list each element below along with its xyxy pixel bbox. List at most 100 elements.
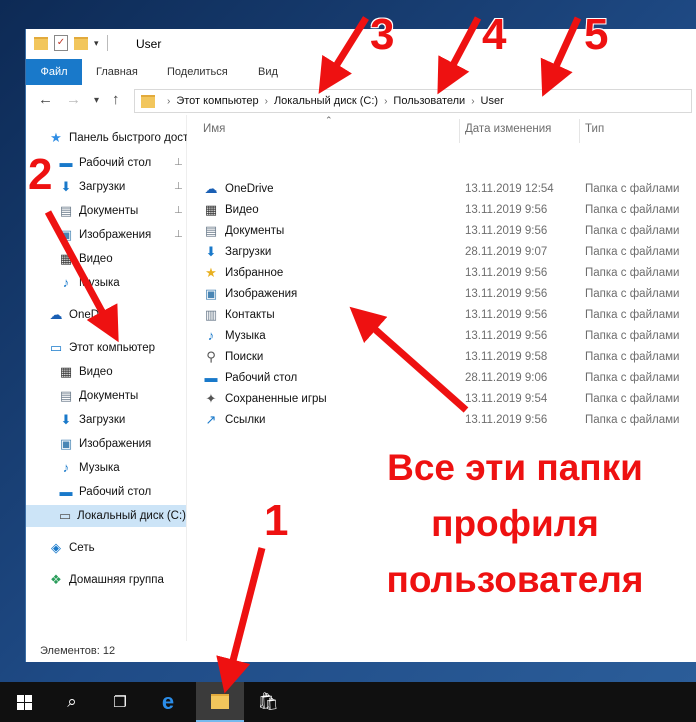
file-row[interactable]: ☁ OneDrive 13.11.2019 12:54 Папка с файлами xyxy=(187,179,696,200)
file-row[interactable]: ▤ Документы 13.11.2019 9:56 Папка с файлами xyxy=(187,221,696,242)
sidebar-item[interactable]: ▣ Изображения xyxy=(58,224,151,246)
download-icon: ⬇ xyxy=(60,412,72,427)
links-icon: ↗ xyxy=(205,412,217,427)
chevron-right-icon[interactable]: › xyxy=(265,96,268,107)
pictures-icon: ▣ xyxy=(59,436,73,451)
pin-icon[interactable]: ⊥ xyxy=(174,181,183,192)
sidebar-item[interactable]: ▭ Локальный диск (C:) xyxy=(26,505,186,527)
sidebar-item[interactable]: ▭ Этот компьютер xyxy=(48,337,155,359)
file-name: Ссылки xyxy=(225,414,266,426)
annotation-number-4: 4 xyxy=(482,10,507,59)
breadcrumb-users[interactable]: Пользователи xyxy=(393,95,465,107)
sidebar-item[interactable]: ♪ Музыка xyxy=(58,457,120,479)
sidebar-item-label: Сеть xyxy=(69,542,95,554)
file-row[interactable]: ♪ Музыка 13.11.2019 9:56 Папка с файлами xyxy=(187,326,696,347)
column-header-name[interactable]: Имя xyxy=(203,123,225,135)
up-arrow-icon[interactable]: ↑ xyxy=(112,91,120,108)
file-name: Избранное xyxy=(225,267,284,279)
sort-ascending-icon: ⌃ xyxy=(325,115,333,125)
chevron-right-icon[interactable]: › xyxy=(167,96,170,107)
new-folder-icon[interactable] xyxy=(74,36,88,50)
navigation-bar: ← → ▾ ↑ › Этот компьютер › Локальный дис… xyxy=(26,85,696,115)
annotation-caption: Все эти папки профиля пользователя xyxy=(330,440,696,608)
tab-file[interactable]: Файл xyxy=(26,59,82,85)
file-type: Папка с файлами xyxy=(585,246,680,258)
file-row[interactable]: ⚲ Поиски 13.11.2019 9:58 Папка с файлами xyxy=(187,347,696,368)
sidebar-item[interactable]: ❖ Домашняя группа xyxy=(48,569,164,591)
file-date: 13.11.2019 9:56 xyxy=(465,204,548,216)
search-button[interactable]: ⌕ xyxy=(48,682,96,722)
file-row[interactable]: ▣ Изображения 13.11.2019 9:56 Папка с файла… xyxy=(187,284,696,305)
breadcrumb-user[interactable]: User xyxy=(481,95,504,107)
pin-icon[interactable]: ⊥ xyxy=(174,229,183,240)
chevron-right-icon[interactable]: › xyxy=(384,96,387,107)
chevron-right-icon[interactable]: › xyxy=(471,96,474,107)
file-row[interactable]: ✦ Сохраненные игры 13.11.2019 9:54 Папка с … xyxy=(187,389,696,410)
computer-icon: ▭ xyxy=(49,340,63,355)
edge-button[interactable]: e xyxy=(144,682,192,722)
recent-locations-icon[interactable]: ▾ xyxy=(94,95,99,106)
file-row[interactable]: ★ Избранное 13.11.2019 9:56 Папка с файлами xyxy=(187,263,696,284)
sidebar-item[interactable]: ◈ Сеть xyxy=(48,537,95,559)
task-view-button[interactable]: ❐ xyxy=(96,682,144,722)
annotation-number-1: 1 xyxy=(264,496,289,545)
caption-line-2: профиля xyxy=(431,503,599,544)
file-row[interactable]: ↗ Ссылки 13.11.2019 9:56 Папка с файлами xyxy=(187,410,696,431)
toolbar-divider xyxy=(106,35,108,51)
file-row[interactable]: ▬ Рабочий стол 28.11.2019 9:06 Папка с файл… xyxy=(187,368,696,389)
customize-toolbar-icon[interactable]: ▾ xyxy=(94,38,99,49)
folder-icon[interactable] xyxy=(34,36,48,50)
file-type: Папка с файлами xyxy=(585,225,680,237)
sidebar-item[interactable]: ▤ Документы xyxy=(58,385,138,407)
tab-share[interactable]: Поделиться xyxy=(167,59,228,85)
start-button[interactable] xyxy=(0,682,48,722)
sidebar-item[interactable]: ▦ Видео xyxy=(58,361,113,383)
sidebar-item[interactable]: ⬇ Загрузки xyxy=(58,409,126,431)
column-header-type[interactable]: Тип xyxy=(585,123,604,135)
sidebar-item-label: Видео xyxy=(79,253,113,265)
windows-logo-icon xyxy=(16,694,32,710)
store-button[interactable]: 🛍 xyxy=(244,682,292,722)
back-arrow-icon[interactable]: ← xyxy=(38,91,53,108)
file-name: Рабочий стол xyxy=(225,372,298,384)
search-icon: ⌕ xyxy=(67,692,77,711)
desktop-icon: ▬ xyxy=(59,155,73,170)
sidebar-item[interactable]: ▬ Рабочий стол xyxy=(58,152,152,174)
column-divider[interactable] xyxy=(459,119,460,143)
file-name: Контакты xyxy=(225,309,275,321)
pin-icon[interactable]: ⊥ xyxy=(174,157,183,168)
properties-icon[interactable]: ✓ xyxy=(54,35,68,51)
forward-arrow-icon[interactable]: → xyxy=(66,91,81,108)
file-row[interactable]: ▦ Видео 13.11.2019 9:56 Папка с файлами xyxy=(187,200,696,221)
sidebar-item[interactable]: ☁ OneDrive xyxy=(48,304,118,326)
music-icon: ♪ xyxy=(207,328,215,343)
breadcrumb-this-pc[interactable]: Этот компьютер xyxy=(176,95,258,107)
sidebar-item[interactable]: ⬇ Загрузки xyxy=(58,176,126,198)
search-icon: ⚲ xyxy=(206,349,216,364)
drive-icon: ▭ xyxy=(58,508,72,523)
tab-view[interactable]: Вид xyxy=(258,59,278,85)
sidebar-item[interactable]: ♪ Музыка xyxy=(58,272,120,294)
network-icon: ◈ xyxy=(51,540,61,555)
column-header-date[interactable]: Дата изменения xyxy=(465,123,551,135)
sidebar-item[interactable]: ▬ Рабочий стол xyxy=(58,481,152,503)
pin-icon[interactable]: ⊥ xyxy=(174,205,183,216)
download-icon: ⬇ xyxy=(60,179,72,194)
file-row[interactable]: ⬇ Загрузки 28.11.2019 9:07 Папка с файлами xyxy=(187,242,696,263)
sidebar-item[interactable]: ★ Панель быстрого доступа xyxy=(48,127,207,149)
tab-home[interactable]: Главная xyxy=(96,59,138,85)
video-icon: ▦ xyxy=(204,202,218,217)
sidebar-item[interactable]: ▦ Видео xyxy=(58,248,113,270)
file-type: Папка с файлами xyxy=(585,372,680,384)
file-type: Папка с файлами xyxy=(585,267,680,279)
quick-access-toolbar: ✓ ▾ xyxy=(34,35,110,51)
sidebar-item[interactable]: ▤ Документы xyxy=(58,200,138,222)
file-explorer-button[interactable] xyxy=(196,682,244,722)
address-bar[interactable]: › Этот компьютер › Локальный диск (C:) ›… xyxy=(134,89,692,113)
homegroup-icon: ❖ xyxy=(50,572,62,587)
file-row[interactable]: ▥ Контакты 13.11.2019 9:56 Папка с файлами xyxy=(187,305,696,326)
breadcrumb-local-disk[interactable]: Локальный диск (C:) xyxy=(274,95,378,107)
column-divider[interactable] xyxy=(579,119,580,143)
sidebar-item[interactable]: ▣ Изображения xyxy=(58,433,151,455)
item-count: Элементов: 12 xyxy=(40,645,116,657)
